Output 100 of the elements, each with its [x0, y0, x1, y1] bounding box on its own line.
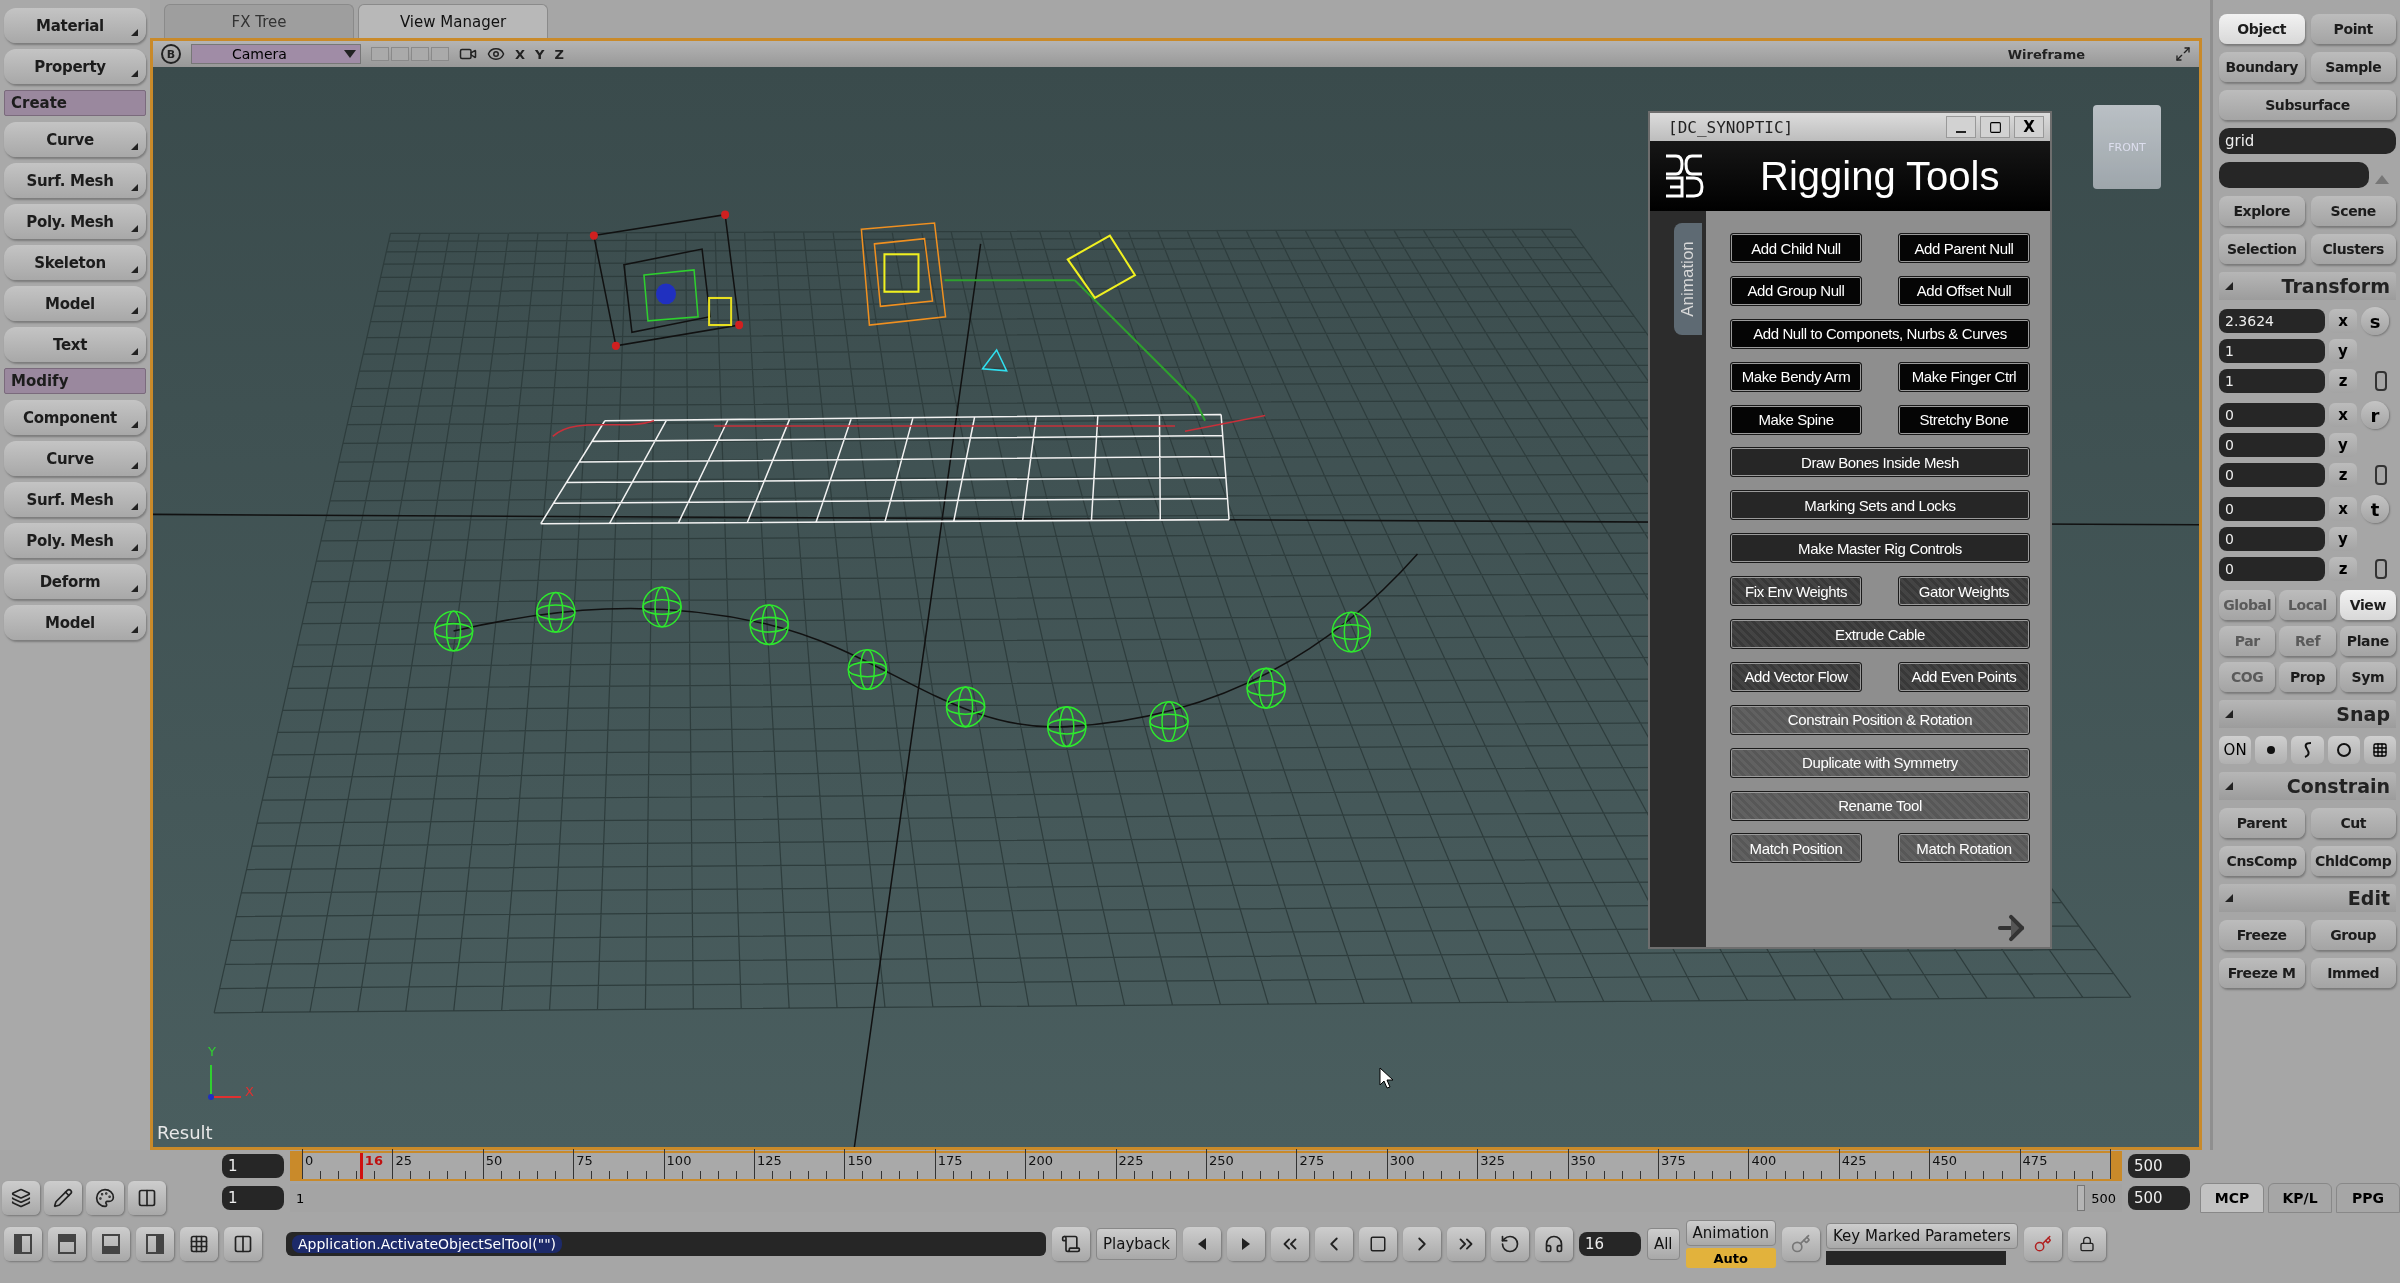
panel-tab[interactable]: MCP	[2200, 1183, 2264, 1213]
filter-button[interactable]: Object	[2219, 14, 2305, 44]
axis-toggle[interactable]: Y	[535, 46, 545, 62]
explorer-button[interactable]: Clusters	[2310, 234, 2396, 264]
mode-button[interactable]: Plane	[2339, 626, 2396, 656]
edit-button[interactable]: Immed	[2310, 958, 2396, 988]
menu-button[interactable]: Deform	[4, 564, 146, 599]
explorer-button[interactable]: Explore	[2219, 196, 2305, 226]
edit-button[interactable]: Freeze	[2219, 920, 2305, 950]
quad-layout-button[interactable]	[180, 1227, 218, 1261]
menu-button[interactable]: Curve	[4, 122, 146, 157]
auto-key-button[interactable]: Auto	[1685, 1248, 1777, 1268]
tool-button[interactable]: Add Offset Null	[1898, 275, 2030, 306]
tool-button[interactable]: Stretchy Bone	[1898, 404, 2030, 435]
menu-button[interactable]: Model	[4, 605, 146, 640]
current-frame-marker[interactable]	[359, 1153, 363, 1179]
constrain-button[interactable]: CnsComp	[2219, 846, 2305, 876]
minimize-button[interactable]	[1946, 116, 1976, 138]
tool-button[interactable]: Make Spine	[1730, 404, 1862, 435]
mode-button[interactable]: Sym	[2339, 662, 2396, 692]
value-field[interactable]: 1	[2219, 369, 2325, 393]
layout-button[interactable]	[4, 1227, 42, 1261]
collapse-icon[interactable]	[2225, 894, 2233, 902]
tool-button[interactable]: Duplicate with Symmetry	[1730, 747, 2030, 778]
range-end-field[interactable]: 500	[2128, 1186, 2190, 1210]
constrain-button[interactable]: Cut	[2310, 808, 2396, 838]
tool-button[interactable]: Match Position	[1730, 833, 1862, 864]
menu-button[interactable]: Property	[4, 49, 146, 84]
transform-toggle[interactable]: t	[2361, 495, 2389, 523]
toggle-box[interactable]	[391, 47, 409, 61]
value-field[interactable]: 0	[2219, 557, 2325, 581]
range-slider[interactable]: 1 500	[290, 1184, 2122, 1212]
subsurface-button[interactable]: Subsurface	[2219, 90, 2396, 120]
layout-button[interactable]	[92, 1227, 130, 1261]
panel-tab[interactable]: PPG	[2336, 1183, 2400, 1213]
menu-button[interactable]: Surf. Mesh	[4, 163, 146, 198]
constrain-button[interactable]: ChldComp	[2310, 846, 2396, 876]
filter-button[interactable]: Sample	[2310, 52, 2396, 82]
tool-button[interactable]: Fix Env Weights	[1730, 576, 1862, 607]
first-frame-button[interactable]	[1270, 1227, 1309, 1261]
lock-button[interactable]	[2067, 1227, 2106, 1261]
view-tab[interactable]: View Manager	[358, 4, 548, 38]
eye-icon[interactable]	[487, 45, 505, 63]
play-button[interactable]	[1402, 1227, 1441, 1261]
keys-button[interactable]	[2023, 1227, 2062, 1261]
value-field[interactable]: 1	[2219, 339, 2325, 363]
toggle-box[interactable]	[411, 47, 429, 61]
key-field[interactable]	[1826, 1251, 2007, 1265]
display-mode-menu[interactable]: Wireframe	[2007, 46, 2085, 62]
menu-button[interactable]: Model	[4, 286, 146, 321]
previous-key-button[interactable]	[1182, 1227, 1221, 1261]
tool-button[interactable]: Add Even Points	[1898, 661, 2030, 692]
explorer-button[interactable]: Selection	[2219, 234, 2305, 264]
tool-button[interactable]: Add Group Null	[1730, 275, 1862, 306]
playback-menu[interactable]: Playback	[1096, 1228, 1177, 1260]
tool-button[interactable]: Match Rotation	[1898, 833, 2030, 864]
close-button[interactable]: X	[2014, 116, 2044, 138]
menu-button[interactable]: Skeleton	[4, 245, 146, 280]
toggle-box[interactable]	[371, 47, 389, 61]
edit-button[interactable]: Group	[2310, 920, 2396, 950]
filter-button[interactable]: Point	[2310, 14, 2396, 44]
menu-button[interactable]: Text	[4, 327, 146, 362]
tool-button[interactable]: Constrain Position & Rotation	[1730, 704, 2030, 735]
maximize-icon[interactable]	[2175, 46, 2191, 62]
stop-button[interactable]	[1358, 1227, 1397, 1261]
snap-curve-button[interactable]	[2291, 736, 2324, 764]
maximize-button[interactable]	[1980, 116, 2010, 138]
tool-button[interactable]: Rename Tool	[1730, 790, 2030, 821]
split-view-button[interactable]	[128, 1181, 166, 1215]
viewport-badge[interactable]: B	[161, 44, 181, 64]
last-frame-button[interactable]	[1446, 1227, 1485, 1261]
value-field[interactable]: 0	[2219, 433, 2325, 457]
mode-button[interactable]: View	[2339, 590, 2396, 620]
filter-field[interactable]	[2219, 162, 2369, 188]
layout-button[interactable]	[136, 1227, 174, 1261]
menu-button[interactable]: Component	[4, 400, 146, 435]
timeline-ruler[interactable]: 0 16 25 50 75 100 125 150 175 200 225 250 275 300 325 350 375 400 425 450 475	[290, 1151, 2122, 1181]
collapse-icon[interactable]	[2225, 710, 2233, 718]
name-field[interactable]: grid	[2219, 128, 2396, 154]
side-tab[interactable]: Animation	[1674, 223, 1702, 335]
script-field[interactable]: Application.ActivateObjectSelTool("")	[286, 1232, 1046, 1256]
value-field[interactable]: 0	[2219, 497, 2325, 521]
filter-button[interactable]: Boundary	[2219, 52, 2305, 82]
snap-grid-button[interactable]	[2363, 736, 2396, 764]
tool-button[interactable]: Make Bendy Arm	[1730, 361, 1862, 392]
axis-toggle[interactable]: Z	[554, 46, 564, 62]
tool-button[interactable]: Add Parent Null	[1898, 233, 2030, 263]
menu-button[interactable]: Surf. Mesh	[4, 482, 146, 517]
camera-dropdown[interactable]: Camera	[191, 44, 361, 64]
script-editor-button[interactable]	[1052, 1227, 1090, 1261]
panel-tab[interactable]: KP/L	[2268, 1183, 2332, 1213]
value-field[interactable]: 0	[2219, 403, 2325, 427]
snap-point-button[interactable]	[2255, 736, 2288, 764]
tool-button[interactable]: Make Master Rig Controls	[1730, 533, 2030, 564]
explorer-button[interactable]: Scene	[2310, 196, 2396, 226]
view-tab[interactable]: FX Tree	[164, 4, 354, 38]
axis-toggle[interactable]: X	[515, 46, 526, 62]
next-key-button[interactable]	[1226, 1227, 1265, 1261]
transform-toggle[interactable]: s	[2361, 307, 2389, 335]
key-button[interactable]	[1782, 1227, 1821, 1261]
